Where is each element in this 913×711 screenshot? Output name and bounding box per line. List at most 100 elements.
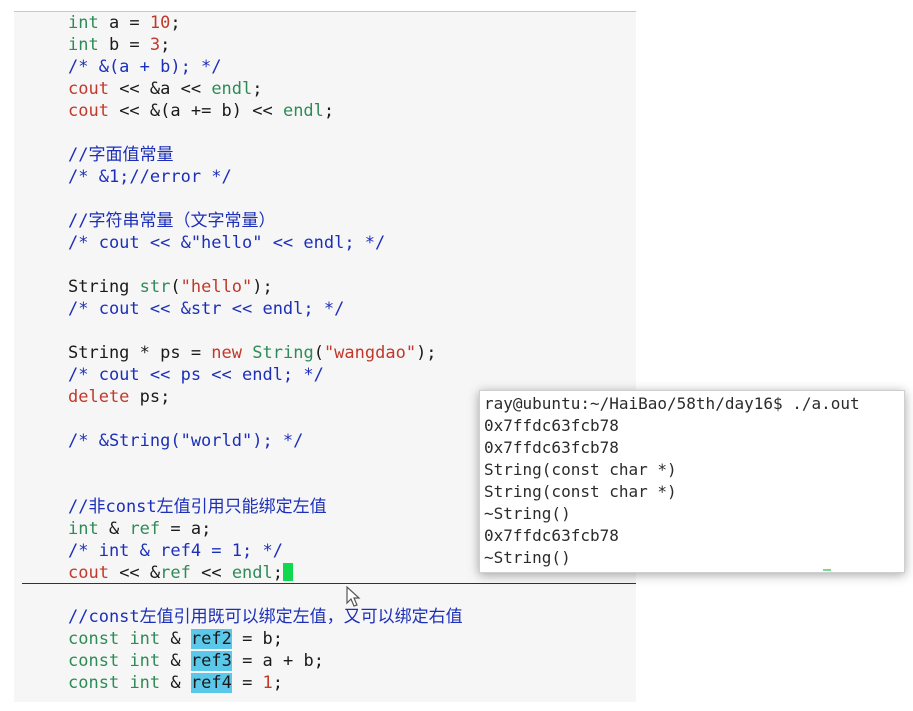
code-token: int: [129, 629, 161, 649]
code-token: ;: [323, 101, 335, 121]
code-line[interactable]: cout << &a << endl;: [68, 78, 463, 100]
code-line[interactable]: [68, 254, 463, 276]
code-token: = a;: [160, 519, 212, 539]
highlighted-token: ref4: [190, 673, 232, 693]
terminal-prompt-line: ray@ubuntu:~/HaiBao/58th/day16$ ./a.out: [484, 394, 860, 413]
code-token: =: [231, 673, 263, 693]
code-token: /* &(a + b); */: [68, 57, 222, 77]
code-token: &: [160, 673, 191, 693]
code-token: endl: [282, 101, 324, 121]
highlighted-token: ref2: [190, 629, 232, 649]
code-token: = a + b;: [231, 651, 324, 671]
code-token: const: [68, 629, 120, 649]
code-content[interactable]: int a = 10; int b = 3;/* &(a + b); */cout…: [68, 12, 463, 694]
highlighted-token: ref3: [190, 651, 232, 671]
terminal-output-line: String(const char *): [484, 482, 677, 501]
code-line[interactable]: int & ref = a;: [68, 518, 463, 540]
code-line[interactable]: delete ps;: [68, 386, 463, 408]
terminal-output-line: 0x7ffdc63fcb78: [484, 416, 619, 435]
code-token: 10: [149, 13, 171, 33]
code-token: << &: [108, 563, 161, 583]
code-token: const: [68, 651, 120, 671]
code-token: &: [160, 651, 191, 671]
code-token: "hello": [180, 277, 253, 297]
code-token: //字面值常量: [68, 145, 174, 165]
code-line[interactable]: cout << &(a += b) << endl;: [68, 100, 463, 122]
code-token: <<: [190, 563, 232, 583]
terminal-output-line: ~String(): [484, 548, 571, 567]
code-line[interactable]: const int & ref3 = a + b;: [68, 650, 463, 672]
code-token: /* cout << ps << endl; */: [68, 365, 324, 385]
code-line[interactable]: int b = 3;: [68, 34, 463, 56]
code-token: ;: [252, 79, 263, 99]
code-line[interactable]: [68, 188, 463, 210]
code-line[interactable]: cout << &ref << endl;: [68, 562, 463, 584]
code-token: endl: [231, 563, 273, 583]
code-token: const: [68, 673, 120, 693]
code-line[interactable]: String * ps = new String("wangdao");: [68, 342, 463, 364]
code-token: String: [68, 277, 140, 297]
terminal-output-line: 0x7ffdc63fcb78: [484, 438, 619, 457]
terminal-window[interactable]: ray@ubuntu:~/HaiBao/58th/day16$ ./a.out 0…: [479, 390, 905, 573]
terminal-output-line: ~String(): [484, 504, 571, 523]
code-token: str: [139, 277, 171, 297]
code-line[interactable]: int a = 10;: [68, 12, 463, 34]
code-line[interactable]: /* &1;//error */: [68, 166, 463, 188]
code-line[interactable]: [68, 320, 463, 342]
code-line[interactable]: [68, 408, 463, 430]
code-token: );: [416, 343, 437, 363]
text-cursor-icon: [283, 563, 294, 581]
code-line[interactable]: /* cout << &str << endl; */: [68, 298, 463, 320]
editor-split-divider[interactable]: [22, 583, 636, 584]
code-token: a =: [98, 13, 150, 33]
code-line[interactable]: /* &String("world"); */: [68, 430, 463, 452]
code-line[interactable]: const int & ref4 = 1;: [68, 672, 463, 694]
code-line[interactable]: /* cout << &"hello" << endl; */: [68, 232, 463, 254]
code-line[interactable]: //字符串常量（文字常量）: [68, 210, 463, 232]
code-token: cout: [68, 79, 109, 99]
code-line[interactable]: [68, 122, 463, 144]
code-token: &: [98, 519, 130, 539]
code-token: ref: [160, 563, 191, 583]
mouse-pointer-icon: [346, 586, 361, 607]
code-token: /* &1;//error */: [68, 167, 232, 187]
code-token: ;: [272, 673, 284, 693]
code-token: ;: [272, 563, 284, 583]
code-line[interactable]: //const左值引用既可以绑定左值，又可以绑定右值: [68, 606, 463, 628]
code-token: 3: [149, 35, 161, 55]
terminal-output: ray@ubuntu:~/HaiBao/58th/day16$ ./a.out 0…: [484, 393, 860, 569]
terminal-output-line: 0x7ffdc63fcb78: [484, 526, 619, 545]
code-token: ps;: [129, 387, 171, 407]
code-token: //非const左值引用只能绑定左值: [68, 497, 327, 517]
code-line[interactable]: //字面值常量: [68, 144, 463, 166]
code-token: << &(a += b) <<: [108, 101, 283, 121]
code-token: ;: [160, 35, 171, 55]
code-token: (: [313, 343, 324, 363]
code-token: /* int & ref4 = 1; */: [68, 541, 283, 561]
code-token: &: [160, 629, 191, 649]
code-token: /* cout << &str << endl; */: [68, 299, 345, 319]
code-editor[interactable]: int a = 10; int b = 3;/* &(a + b); */cout…: [14, 11, 636, 702]
code-token: new: [211, 343, 243, 363]
code-token: "wangdao": [323, 343, 417, 363]
code-token: String: [252, 343, 314, 363]
code-token: //const左值引用既可以绑定左值，又可以绑定右值: [68, 607, 463, 627]
code-line[interactable]: /* int & ref4 = 1; */: [68, 540, 463, 562]
code-line[interactable]: [68, 474, 463, 496]
code-token: endl: [211, 79, 253, 99]
code-line[interactable]: /* cout << ps << endl; */: [68, 364, 463, 386]
code-token: int: [68, 519, 99, 539]
code-line[interactable]: String str("hello");: [68, 276, 463, 298]
code-token: int: [129, 673, 161, 693]
code-line[interactable]: [68, 452, 463, 474]
terminal-scroll-marker: [823, 569, 831, 571]
code-token: String * ps =: [68, 343, 212, 363]
code-line[interactable]: [68, 584, 463, 606]
code-token: cout: [68, 563, 109, 583]
code-line[interactable]: //非const左值引用只能绑定左值: [68, 496, 463, 518]
code-line[interactable]: const int & ref2 = b;: [68, 628, 463, 650]
code-token: 1: [262, 673, 273, 693]
code-line[interactable]: /* &(a + b); */: [68, 56, 463, 78]
